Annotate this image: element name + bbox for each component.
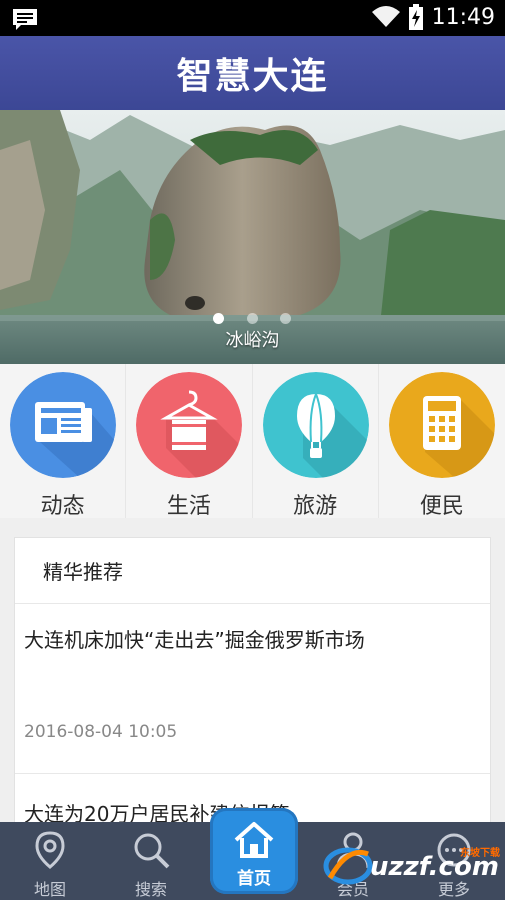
news-date: 2016-08-04 10:05 [24, 722, 178, 742]
newspaper-icon [10, 372, 116, 478]
category-service[interactable]: 便民 [378, 364, 505, 519]
page-title: 智慧大连 [176, 56, 329, 97]
recommend-card: 精华推荐 大连机床加快“走出去”掘金俄罗斯市场 2016-08-04 10:05… [14, 537, 491, 837]
category-label: 动态 [40, 494, 85, 519]
carousel-dot-3[interactable] [280, 313, 291, 324]
watermark-logo-icon [323, 847, 373, 885]
news-title: 大连机床加快“走出去”掘金俄罗斯市场 [24, 628, 365, 652]
app-header: 智慧大连 [0, 36, 505, 110]
wifi-icon [371, 6, 400, 27]
uzzf-watermark-logo: uzzf.com 东坡下载 [322, 838, 502, 890]
clock: 11:49 [431, 4, 495, 30]
nav-label: 首页 [237, 869, 271, 889]
message-notification-icon [13, 9, 37, 30]
nav-label: 搜索 [134, 880, 167, 899]
recommend-header: 精华推荐 [15, 538, 490, 604]
banner-caption: 冰峪沟 [225, 330, 280, 351]
calculator-icon [388, 372, 495, 478]
nav-search[interactable]: 搜索 [101, 822, 201, 900]
category-label: 便民 [419, 494, 464, 519]
category-label: 旅游 [293, 494, 338, 519]
category-grid: 动态 生活 旅游 便民 [0, 364, 505, 519]
news-circle [10, 372, 116, 478]
category-label: 生活 [166, 494, 211, 519]
carousel-dot-1[interactable] [213, 313, 224, 324]
hanger-icon [136, 372, 243, 478]
carousel-dot-2[interactable] [247, 313, 258, 324]
search-icon [134, 833, 170, 869]
banner-carousel[interactable]: 冰峪沟 [0, 110, 505, 364]
category-news[interactable]: 动态 [0, 364, 127, 519]
travel-circle [262, 372, 369, 478]
map-pin-icon [35, 831, 65, 869]
home-icon [234, 822, 274, 858]
category-travel[interactable]: 旅游 [252, 364, 379, 519]
nav-home-button[interactable]: 首页 [210, 808, 298, 894]
news-item[interactable]: 大连机床加快“走出去”掘金俄罗斯市场 2016-08-04 10:05 [15, 604, 490, 774]
nav-label: 地图 [33, 880, 66, 899]
nav-map[interactable]: 地图 [0, 822, 100, 900]
service-circle [388, 372, 495, 478]
life-circle [136, 372, 243, 478]
category-life[interactable]: 生活 [126, 364, 253, 519]
battery-icon [408, 4, 423, 30]
status-bar: 11:49 [0, 0, 505, 36]
balloon-icon [262, 372, 369, 478]
watermark-subtext: 东坡下载 [460, 848, 500, 859]
